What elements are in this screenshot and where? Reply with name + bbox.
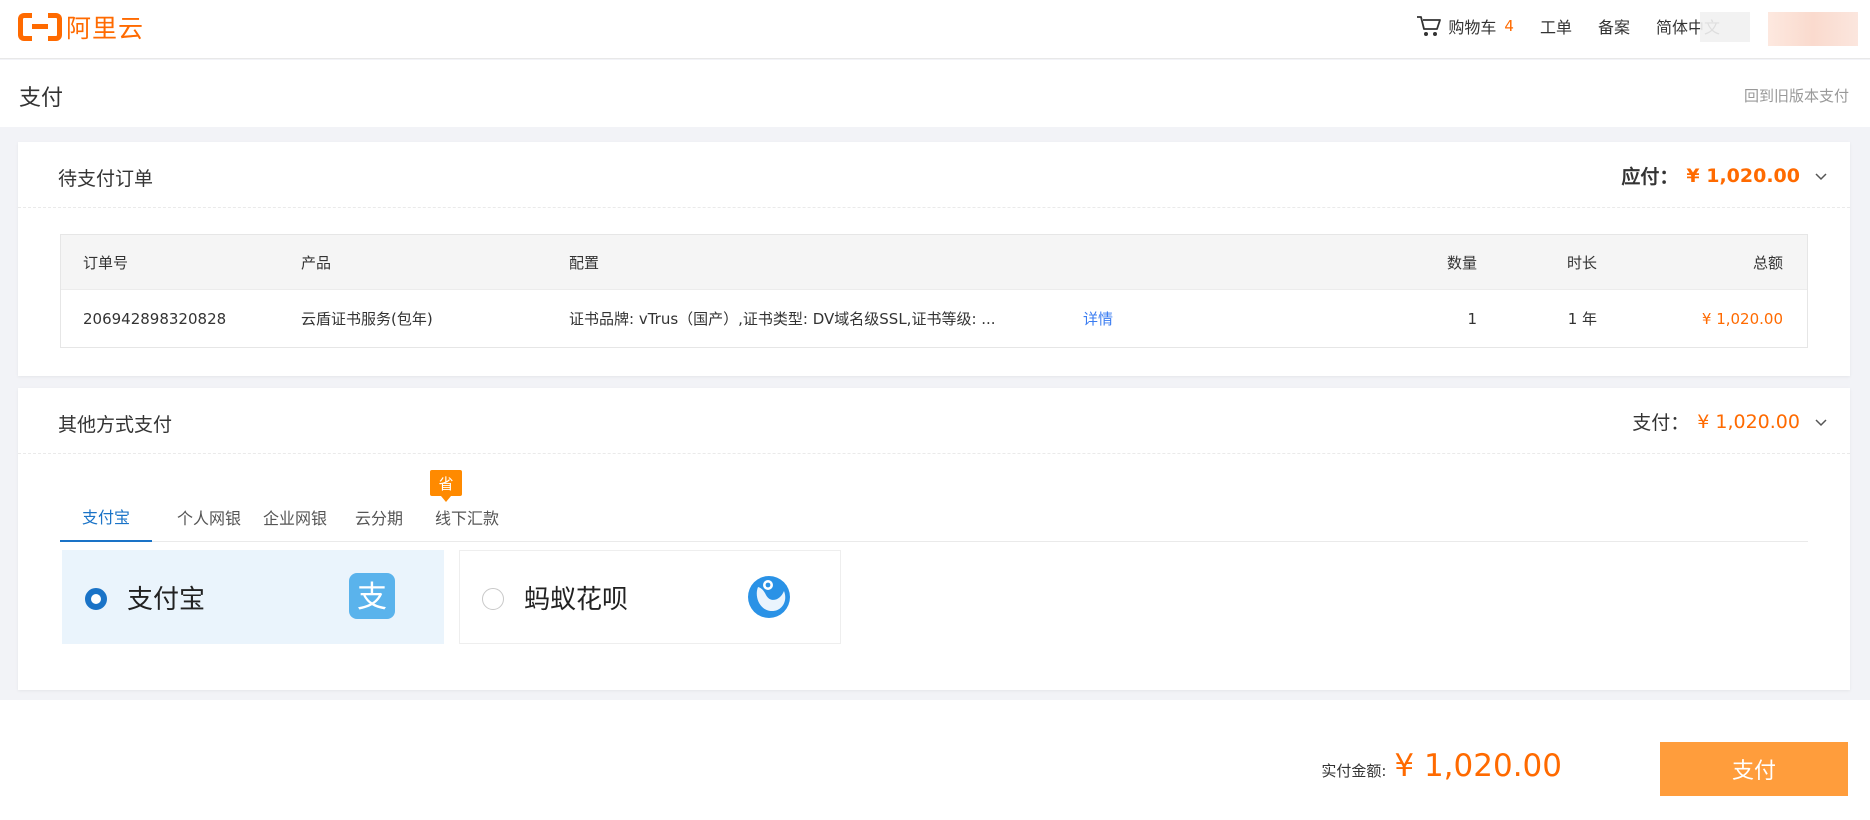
alipay-radio[interactable] xyxy=(85,588,107,610)
col-config: 配置 xyxy=(569,253,600,272)
order-no: 206942898320828 xyxy=(83,309,227,328)
bottom-bar: 实付金额: ¥ 1,020.00 支付 xyxy=(0,700,1870,820)
tab-personal-bank[interactable]: 个人网银 xyxy=(172,492,246,542)
tab-alipay[interactable]: 支付宝 xyxy=(60,492,152,542)
other-payment-card: 其他方式支付 支付： ¥ 1,020.00 省 支付宝 个人网银 企业网银 云分… xyxy=(18,388,1850,690)
pay-summary[interactable]: 支付： ¥ 1,020.00 xyxy=(1632,408,1828,435)
blurred-region xyxy=(1700,12,1750,42)
chevron-down-icon[interactable] xyxy=(1814,169,1828,183)
tab-installment[interactable]: 云分期 xyxy=(350,492,408,542)
cart-label: 购物车 xyxy=(1448,18,1497,37)
due-label: 应付： xyxy=(1621,166,1679,188)
option-alipay-label: 支付宝 xyxy=(127,585,206,615)
due-amount: ¥ 1,020.00 xyxy=(1686,164,1800,187)
page-title: 支付 xyxy=(19,86,64,111)
option-huabei[interactable]: 蚂蚁花呗 xyxy=(459,550,841,644)
cart-icon xyxy=(1417,16,1442,36)
duration-value: 1 年 xyxy=(1567,310,1597,328)
huabei-radio[interactable] xyxy=(482,588,504,610)
pending-orders-card: 待支付订单 应付： ¥ 1,020.00 订单号 产品 配置 数量 时长 总额 … xyxy=(18,142,1850,376)
svg-text:支: 支 xyxy=(357,580,387,615)
alipay-icon: 支 xyxy=(349,573,395,619)
actual-amount-label: 实付金额: xyxy=(1321,762,1387,780)
ticket-link[interactable]: 工单 xyxy=(1540,14,1572,38)
col-order-no: 订单号 xyxy=(83,253,129,272)
logo-text: 阿里云 xyxy=(66,14,145,43)
nav-right: 购物车 4 工单 备案 简体中文 xyxy=(1390,0,1720,52)
page-header: 支付 回到旧版本支付 xyxy=(0,60,1870,127)
col-product: 产品 xyxy=(301,253,332,272)
payment-tabs: 支付宝 个人网银 企业网银 云分期 线下汇款 xyxy=(60,492,1808,542)
table-row: 206942898320828 云盾证书服务(包年) 证书品牌: vTrus（国… xyxy=(61,289,1807,347)
total-value: ¥ 1,020.00 xyxy=(1701,309,1783,328)
pay-amount: ¥ 1,020.00 xyxy=(1697,410,1800,433)
col-quantity: 数量 xyxy=(1446,253,1477,272)
aliyun-logo[interactable]: 阿里云 xyxy=(18,12,145,43)
pay-label: 支付： xyxy=(1632,412,1690,434)
table-header: 订单号 产品 配置 数量 时长 总额 xyxy=(61,235,1807,289)
chevron-down-icon[interactable] xyxy=(1814,415,1828,429)
pay-button[interactable]: 支付 xyxy=(1660,742,1848,796)
col-duration: 时长 xyxy=(1566,253,1597,272)
config-text: 证书品牌: vTrus（国产）,证书类型: DV域名级SSL,证书等级: ... xyxy=(569,310,996,328)
huabei-icon xyxy=(748,576,790,618)
pending-orders-title: 待支付订单 xyxy=(58,168,154,190)
due-summary[interactable]: 应付： ¥ 1,020.00 xyxy=(1621,162,1828,189)
pending-orders-header[interactable]: 待支付订单 应付： ¥ 1,020.00 xyxy=(18,142,1850,208)
order-table: 订单号 产品 配置 数量 时长 总额 206942898320828 云盾证书服… xyxy=(60,234,1808,348)
quantity-value: 1 xyxy=(1467,309,1477,328)
actual-amount: 实付金额: ¥ 1,020.00 xyxy=(1321,748,1562,784)
top-nav: 阿里云 购物车 4 工单 备案 简体中文 xyxy=(0,0,1870,59)
other-payment-header[interactable]: 其他方式支付 支付： ¥ 1,020.00 xyxy=(18,388,1850,454)
user-avatar[interactable] xyxy=(1768,12,1858,46)
detail-link[interactable]: 详情 xyxy=(1083,290,1113,347)
option-huabei-label: 蚂蚁花呗 xyxy=(524,585,629,615)
filing-link[interactable]: 备案 xyxy=(1598,14,1630,38)
tab-offline-transfer[interactable]: 线下汇款 xyxy=(430,492,504,542)
tab-enterprise-bank[interactable]: 企业网银 xyxy=(258,492,332,542)
old-version-link[interactable]: 回到旧版本支付 xyxy=(1744,85,1849,106)
option-alipay[interactable]: 支付宝 支 xyxy=(62,550,444,644)
aliyun-logo-icon xyxy=(18,13,62,41)
cart-count-badge: 4 xyxy=(1504,17,1514,35)
other-payment-title: 其他方式支付 xyxy=(58,414,173,436)
actual-amount-value: ¥ 1,020.00 xyxy=(1394,748,1562,784)
col-total: 总额 xyxy=(1752,253,1783,272)
cart-link[interactable]: 购物车 4 xyxy=(1416,14,1514,38)
product-name: 云盾证书服务(包年) xyxy=(301,310,433,328)
